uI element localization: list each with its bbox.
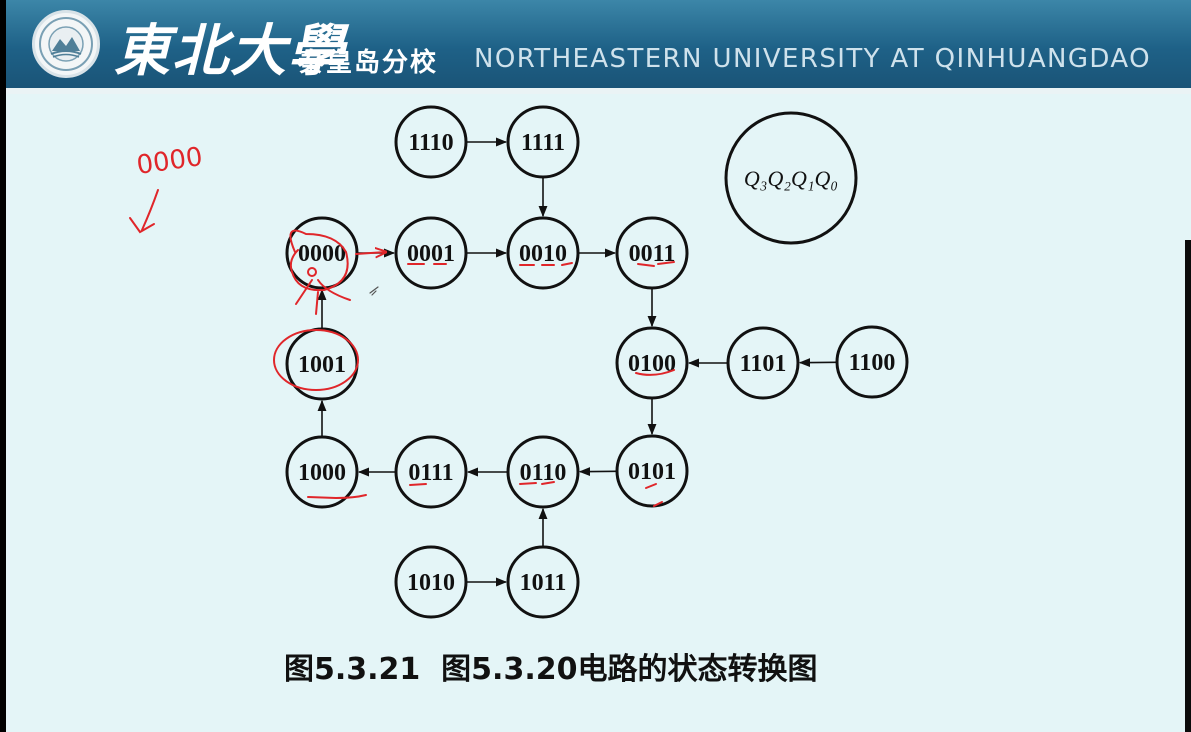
- state-node-1011: 1011: [506, 545, 580, 619]
- state-node-0110: 0110: [506, 435, 580, 509]
- state-node-1010: 1010: [394, 545, 468, 619]
- hand-arrow-shaft: [141, 189, 159, 231]
- state-label: 0101: [628, 459, 676, 485]
- university-name-en: NORTHEASTERN UNIVERSITY AT QINHUANGDAO: [474, 44, 1151, 74]
- state-label: 1010: [407, 570, 455, 596]
- state-label: 1000: [298, 460, 346, 486]
- state-label: 1101: [740, 351, 787, 377]
- handwritten-note: 0000: [135, 142, 205, 181]
- state-label: 0110: [520, 460, 567, 486]
- state-node-1101: 1101: [726, 326, 800, 400]
- state-node-1100: 1100: [835, 325, 909, 399]
- state-node-0010: 0010: [506, 216, 580, 290]
- hand-arrow-head: [129, 217, 155, 234]
- slide: 東北大學 秦皇岛分校 NORTHEASTERN UNIVERSITY AT QI…: [6, 0, 1191, 732]
- university-logo: [32, 10, 100, 78]
- state-label: 0000: [298, 241, 346, 267]
- state-node-1111: 1111: [506, 105, 580, 179]
- header-banner: 東北大學 秦皇岛分校 NORTHEASTERN UNIVERSITY AT QI…: [6, 0, 1191, 88]
- state-label: 1100: [849, 350, 896, 376]
- state-label: 0010: [519, 241, 567, 267]
- legend-node: Q₃Q₂Q₁Q₀: [724, 111, 858, 245]
- state-label: 1110: [408, 130, 453, 156]
- state-label: 1111: [521, 130, 565, 156]
- state-transition-diagram: 1110 1111 0000 0001 0010 0011 0100 1101 1100 1001…: [129, 105, 909, 619]
- state-label: 0111: [408, 460, 453, 486]
- state-node-0100: 0100: [615, 326, 689, 400]
- state-node-1110: 1110: [394, 105, 468, 179]
- campus-name-cn: 秦皇岛分校: [298, 48, 439, 78]
- state-label: 1001: [298, 352, 346, 378]
- window-edge: [1185, 240, 1191, 732]
- seal-icon: [39, 17, 93, 71]
- figure-caption: 图5.3.21 图5.3.20电路的状态转换图: [284, 652, 818, 687]
- legend-label: Q₃Q₂Q₁Q₀: [744, 166, 838, 191]
- state-node-0011: 0011: [615, 216, 689, 290]
- state-node-0001: 0001: [394, 216, 468, 290]
- state-node-0111: 0111: [394, 435, 468, 509]
- state-label: 1011: [520, 570, 567, 596]
- state-node-0101: 0101: [615, 434, 689, 508]
